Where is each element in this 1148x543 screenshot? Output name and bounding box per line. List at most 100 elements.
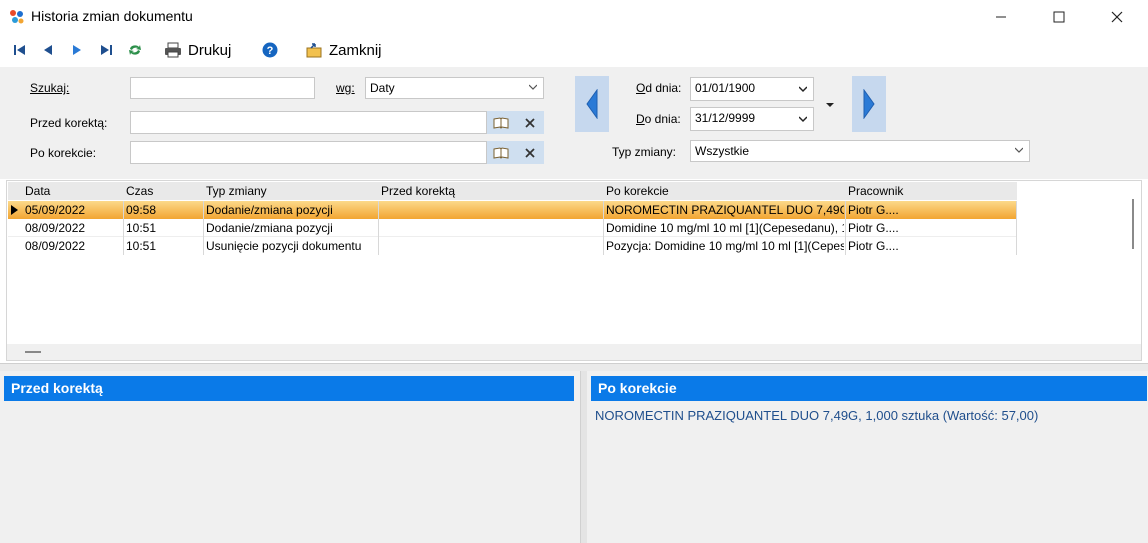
last-record-icon (101, 45, 112, 55)
after-correction-clear-button[interactable] (515, 141, 544, 164)
cell-type: Usunięcie pozycji dokumentu (206, 239, 362, 253)
change-type-label: Typ zmiany: (612, 145, 677, 159)
close-window-button[interactable] (1088, 0, 1146, 33)
cell-date: 08/09/2022 (25, 239, 86, 253)
first-record-icon (14, 45, 25, 55)
column-header-employee[interactable]: Pracownik (848, 184, 903, 198)
printer-icon (165, 42, 181, 58)
column-divider (123, 201, 124, 255)
search-input[interactable] (130, 77, 315, 99)
cell-time: 10:51 (126, 221, 157, 235)
grid-header: Data Czas Typ zmiany Przed korektą Po ko… (8, 182, 1017, 200)
history-grid: Data Czas Typ zmiany Przed korektą Po ko… (6, 180, 1142, 361)
cell-employee: Piotr G.... (848, 239, 899, 253)
print-button[interactable] (164, 41, 182, 59)
previous-record-icon (44, 45, 52, 55)
next-record-icon (73, 45, 81, 55)
column-header-date[interactable]: Data (25, 184, 50, 198)
column-header-time[interactable]: Czas (126, 184, 153, 198)
scrollbar-thumb[interactable] (1132, 199, 1134, 249)
chevron-down-icon (529, 84, 537, 90)
date-from-label: Od dnia: (636, 81, 682, 95)
before-correction-panel: Przed korektą (0, 371, 581, 543)
vertical-scrollbar[interactable] (1125, 181, 1141, 345)
cell-after: NOROMECTIN PRAZIQUANTEL DUO 7,49G, 1, (606, 203, 844, 217)
after-correction-browse-button[interactable] (487, 141, 515, 164)
title-bar: Historia zmian dokumentu (0, 0, 1148, 33)
clear-x-icon (524, 117, 535, 128)
cell-type: Dodanie/zmiana pozycji (206, 221, 333, 235)
svg-text:?: ? (267, 45, 274, 57)
window-title: Historia zmian dokumentu (31, 8, 193, 24)
cell-after: Domidine 10 mg/ml 10 ml [1](Cepesedanu),… (606, 221, 844, 235)
minimize-button[interactable] (972, 0, 1030, 33)
cell-type: Dodanie/zmiana pozycji (206, 203, 333, 217)
before-panel-title: Przed korektą (4, 376, 574, 401)
cell-time: 10:51 (126, 239, 157, 253)
row-pointer-icon (11, 205, 18, 215)
before-correction-input[interactable] (130, 111, 487, 134)
date-from-picker[interactable]: 01/01/1900 (690, 77, 814, 101)
close-icon (1111, 11, 1123, 22)
search-label: Szukaj: (30, 81, 70, 95)
book-icon (493, 146, 509, 159)
grid-footer (7, 344, 1141, 360)
column-divider (1016, 201, 1017, 255)
maximize-icon (1053, 11, 1065, 22)
before-correction-browse-button[interactable] (487, 111, 515, 134)
chevron-down-icon (1015, 147, 1023, 153)
table-row[interactable]: 08/09/2022 10:51 Dodanie/zmiana pozycji … (8, 219, 1017, 237)
right-arrow-icon (863, 89, 875, 119)
horizontal-splitter[interactable] (0, 363, 1148, 371)
first-record-button[interactable] (11, 41, 29, 59)
before-correction-label: Przed korektą: (30, 116, 108, 130)
period-menu-button[interactable] (825, 97, 839, 107)
help-button[interactable]: ? (261, 41, 279, 59)
table-row[interactable]: 05/09/2022 09:58 Dodanie/zmiana pozycji … (8, 201, 1017, 219)
next-period-button[interactable] (852, 76, 886, 132)
chevron-down-icon (799, 116, 807, 123)
refresh-icon (129, 45, 141, 55)
left-arrow-icon (586, 89, 598, 119)
next-record-button[interactable] (68, 41, 86, 59)
after-correction-label: Po korekcie: (30, 146, 97, 160)
cell-employee: Piotr G.... (848, 221, 899, 235)
column-divider (845, 201, 846, 255)
last-record-button[interactable] (97, 41, 115, 59)
cell-time: 09:58 (126, 203, 157, 217)
search-by-label: wg: (336, 81, 355, 95)
minimize-icon (996, 16, 1006, 17)
column-header-after[interactable]: Po korekcie (606, 184, 669, 198)
maximize-button[interactable] (1030, 0, 1088, 33)
print-button-label[interactable]: Drukuj (188, 42, 231, 59)
column-header-before[interactable]: Przed korektą (381, 184, 455, 198)
previous-record-button[interactable] (39, 41, 57, 59)
column-divider (203, 201, 204, 255)
refresh-button[interactable] (126, 41, 144, 59)
cell-after: Pozycja: Domidine 10 mg/ml 10 ml [1](Cep… (606, 239, 844, 253)
search-by-select[interactable]: Daty (365, 77, 544, 99)
app-logo-icon (10, 10, 24, 24)
after-correction-input[interactable] (130, 141, 487, 164)
cell-date: 08/09/2022 (25, 221, 86, 235)
column-header-type[interactable]: Typ zmiany (206, 184, 267, 198)
after-panel-text: NOROMECTIN PRAZIQUANTEL DUO 7,49G, 1,000… (595, 408, 1039, 423)
column-divider (603, 201, 604, 255)
previous-period-button[interactable] (575, 76, 609, 132)
grip-handle[interactable] (25, 351, 41, 353)
change-type-value: Wszystkie (695, 144, 749, 158)
date-to-value: 31/12/9999 (695, 111, 756, 125)
before-correction-clear-button[interactable] (515, 111, 544, 134)
table-row[interactable]: 08/09/2022 10:51 Usunięcie pozycji dokum… (8, 237, 1017, 255)
chevron-down-icon (799, 86, 807, 93)
change-type-select[interactable]: Wszystkie (690, 140, 1030, 162)
after-correction-panel: Po korekcie NOROMECTIN PRAZIQUANTEL DUO … (587, 371, 1148, 543)
close-document-button[interactable] (305, 41, 323, 59)
column-divider (378, 201, 379, 255)
close-document-label[interactable]: Zamknij (329, 42, 382, 59)
clear-x-icon (524, 147, 535, 158)
help-icon: ? (262, 42, 278, 58)
book-icon (493, 116, 509, 129)
date-from-value: 01/01/1900 (695, 81, 756, 95)
date-to-picker[interactable]: 31/12/9999 (690, 107, 814, 131)
